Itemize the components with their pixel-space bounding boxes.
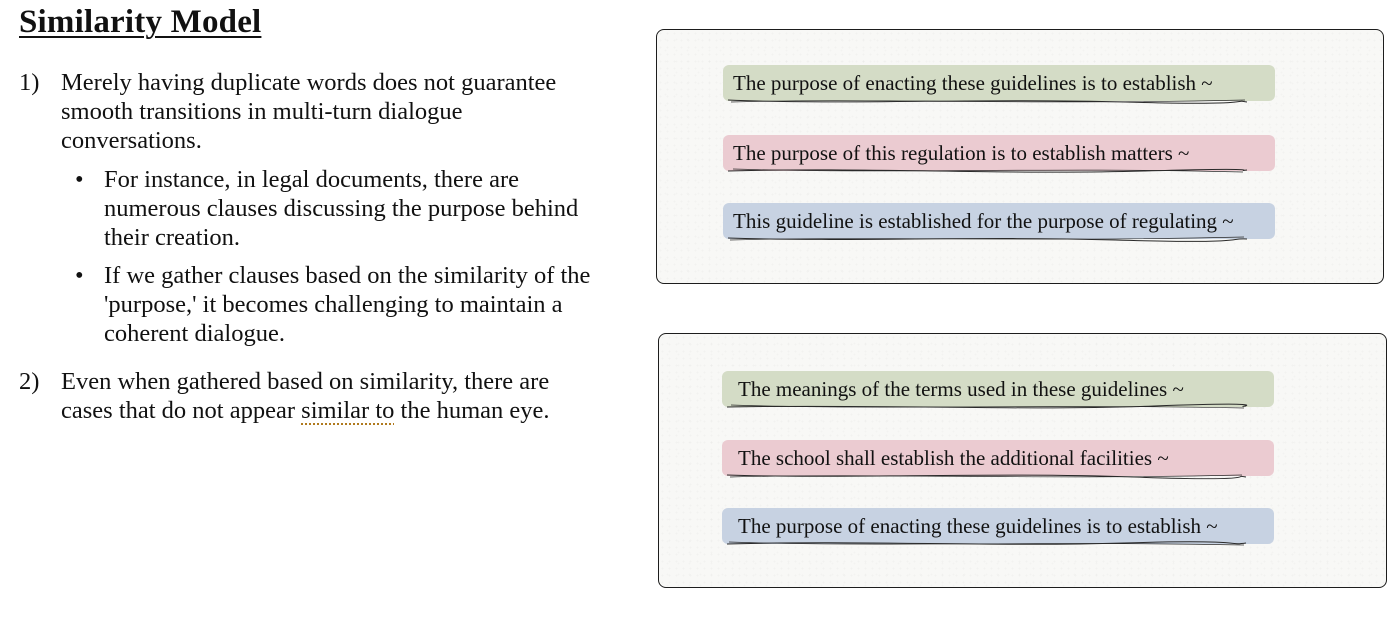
point-1: 1) Merely having duplicate words does no…	[19, 68, 594, 357]
sketch-underline	[727, 168, 1248, 173]
point-text: Merely having duplicate words does not g…	[61, 69, 557, 154]
clause-text: The purpose of this regulation is to est…	[733, 141, 1190, 165]
sub-bullet-text: If we gather clauses based on the simila…	[104, 262, 591, 347]
clause-highlight: The school shall establish the additiona…	[722, 440, 1274, 480]
bullet-icon: •	[75, 262, 84, 289]
sub-bullet-item: • If we gather clauses based on the simi…	[19, 261, 594, 348]
clause-highlight: The purpose of enacting these guidelines…	[722, 508, 1274, 546]
similar-clauses-panel: The purpose of enacting these guidelines…	[656, 29, 1384, 284]
clause-highlight: The purpose of enacting these guidelines…	[723, 65, 1275, 104]
clause-highlight: This guideline is established for the pu…	[723, 203, 1275, 242]
clause-highlight: The meanings of the terms used in these …	[722, 371, 1274, 409]
spellcheck-marked-text: similar to	[301, 397, 395, 424]
clause-text: The meanings of the terms used in these …	[738, 377, 1184, 401]
point-number: 2)	[19, 368, 40, 395]
clause-text: The purpose of enacting these guidelines…	[738, 514, 1218, 538]
point-text-end: the human eye.	[394, 397, 550, 424]
sub-bullet-item: • For instance, in legal documents, ther…	[19, 165, 594, 252]
clause-highlight: The purpose of this regulation is to est…	[723, 135, 1275, 173]
point-number: 1)	[19, 69, 40, 96]
sketch-underline	[726, 474, 1247, 480]
clause-text: The school shall establish the additiona…	[738, 446, 1169, 470]
sketch-underline	[726, 403, 1248, 409]
clause-text: This guideline is established for the pu…	[733, 209, 1234, 233]
sub-bullet-text: For instance, in legal documents, there …	[104, 166, 579, 251]
bullet-icon: •	[75, 166, 84, 193]
point-2-row: 2) Even when gathered based on similarit…	[19, 367, 594, 425]
sketch-underline	[726, 541, 1247, 546]
slide-title: Similarity Model	[19, 4, 262, 40]
dissimilar-clauses-panel: The meanings of the terms used in these …	[658, 333, 1387, 588]
point-1-row: 1) Merely having duplicate words does no…	[19, 68, 594, 155]
clause-text: The purpose of enacting these guidelines…	[733, 71, 1213, 95]
sketch-underline	[727, 236, 1248, 242]
point-2: 2) Even when gathered based on similarit…	[19, 367, 594, 425]
sketch-underline	[727, 99, 1248, 104]
sub-bullet-list: • For instance, in legal documents, ther…	[19, 165, 594, 348]
